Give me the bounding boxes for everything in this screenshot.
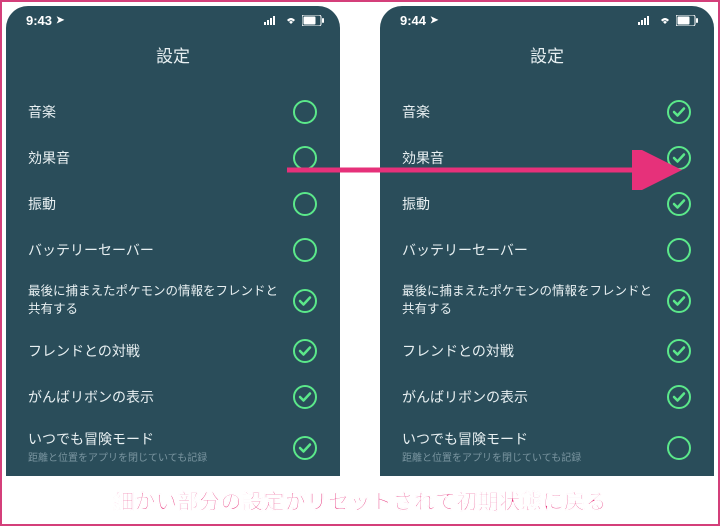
- setting-vibration[interactable]: 振動: [28, 181, 318, 227]
- setting-battery-saver[interactable]: バッテリーセーバー: [402, 227, 692, 273]
- setting-ribbon[interactable]: がんばリボンの表示: [28, 374, 318, 420]
- toggle-on-icon: [666, 145, 692, 171]
- setting-music[interactable]: 音楽: [28, 89, 318, 135]
- setting-adventure-sync[interactable]: いつでも冒険モード 距離と位置をアプリを閉じていても記録: [402, 420, 692, 476]
- toggle-off-icon: [292, 237, 318, 263]
- toggle-on-icon: [666, 338, 692, 364]
- setting-sfx[interactable]: 効果音: [402, 135, 692, 181]
- setting-battery-saver[interactable]: バッテリーセーバー: [28, 227, 318, 273]
- location-icon: ➤: [430, 15, 438, 26]
- settings-list-before: 音楽 効果音 振動 バッテリーセーバー 最後に捕まえたポケモンの情報をフレンドと…: [6, 89, 340, 476]
- phone-after: 9:44 ➤: [380, 6, 714, 476]
- setting-vibration[interactable]: 振動: [402, 181, 692, 227]
- page-title: 設定: [380, 28, 714, 89]
- battery-icon: [302, 15, 324, 26]
- setting-adventure-sync[interactable]: いつでも冒険モード 距離と位置をアプリを閉じていても記録: [28, 420, 318, 476]
- toggle-on-icon: [666, 191, 692, 217]
- setting-friend-battle[interactable]: フレンドとの対戦: [28, 328, 318, 374]
- phones-area: 9:43 ➤: [2, 2, 718, 476]
- status-bar: 9:43 ➤: [6, 6, 340, 28]
- toggle-on-icon: [292, 338, 318, 364]
- toggle-on-icon: [292, 435, 318, 461]
- setting-friend-battle[interactable]: フレンドとの対戦: [402, 328, 692, 374]
- location-icon: ➤: [56, 15, 64, 26]
- status-icons: [264, 15, 324, 26]
- toggle-off-icon: [666, 435, 692, 461]
- toggle-off-icon: [292, 145, 318, 171]
- toggle-on-icon: [666, 288, 692, 314]
- toggle-off-icon: [292, 99, 318, 125]
- phone-before: 9:43 ➤: [6, 6, 340, 476]
- status-time: 9:44: [400, 13, 426, 28]
- battery-icon: [676, 15, 698, 26]
- page-title: 設定: [6, 28, 340, 89]
- setting-music[interactable]: 音楽: [402, 89, 692, 135]
- toggle-on-icon: [666, 384, 692, 410]
- setting-sfx[interactable]: 効果音: [28, 135, 318, 181]
- status-bar: 9:44 ➤: [380, 6, 714, 28]
- comparison-container: 9:43 ➤: [0, 0, 720, 526]
- caption-text: 細かい部分の設定がリセットされて初期状態に戻る: [10, 486, 710, 516]
- status-time: 9:43: [26, 13, 52, 28]
- setting-ribbon[interactable]: がんばリボンの表示: [402, 374, 692, 420]
- settings-list-after: 音楽 効果音 振動 バッテリーセーバー 最後に捕まえたポケモンの情報をフレンドと…: [380, 89, 714, 476]
- wifi-icon: [658, 15, 672, 25]
- toggle-on-icon: [292, 384, 318, 410]
- setting-share-pokemon[interactable]: 最後に捕まえたポケモンの情報をフレンドと共有する: [402, 273, 692, 328]
- toggle-off-icon: [292, 191, 318, 217]
- setting-share-pokemon[interactable]: 最後に捕まえたポケモンの情報をフレンドと共有する: [28, 273, 318, 328]
- toggle-on-icon: [292, 288, 318, 314]
- caption-bar: 細かい部分の設定がリセットされて初期状態に戻る: [2, 476, 718, 524]
- status-icons: [638, 15, 698, 26]
- signal-icon: [264, 15, 280, 25]
- signal-icon: [638, 15, 654, 25]
- toggle-on-icon: [666, 99, 692, 125]
- wifi-icon: [284, 15, 298, 25]
- toggle-off-icon: [666, 237, 692, 263]
